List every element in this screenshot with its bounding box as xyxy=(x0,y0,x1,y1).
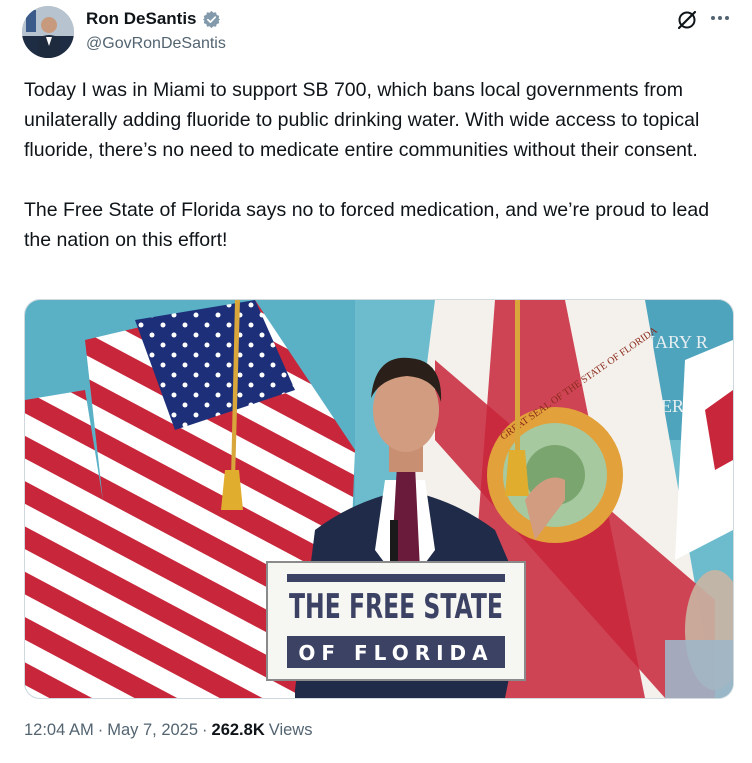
avatar[interactable] xyxy=(22,6,74,58)
press-conference-photo: SSIONARY R THERN GREAT SEAL OF THE STATE… xyxy=(25,300,733,698)
author-name-row: Ron DeSantis xyxy=(86,9,221,29)
tweet-time[interactable]: 12:04 AM xyxy=(24,721,94,740)
meta-separator-2: · xyxy=(202,721,208,739)
tweet-paragraph-2: The Free State of Florida says no to for… xyxy=(24,199,710,251)
tweet-paragraph-1: Today I was in Miami to support SB 700, … xyxy=(24,79,700,161)
author-display-name[interactable]: Ron DeSantis xyxy=(86,9,197,29)
author-handle[interactable]: @GovRonDeSantis xyxy=(86,35,226,53)
avatar-image xyxy=(22,6,74,58)
more-horizontal-icon[interactable] xyxy=(708,8,732,28)
podium-line-1: THE FREE STATE xyxy=(289,587,503,627)
tweet-meta: 12:04 AM · May 7, 2025 · 262.8K Views xyxy=(24,721,312,740)
meta-separator-1: · xyxy=(97,721,104,739)
views-count: 262.8K xyxy=(211,721,265,739)
tweet-card: Ron DeSantis @GovRonDeSantis Today I was… xyxy=(0,0,752,763)
government-verified-icon[interactable] xyxy=(202,10,221,29)
grok-slash-icon[interactable] xyxy=(676,9,698,31)
podium-line-2: OF FLORIDA xyxy=(298,641,493,665)
tweet-media-photo[interactable]: SSIONARY R THERN GREAT SEAL OF THE STATE… xyxy=(24,299,734,699)
views-label: Views xyxy=(268,721,313,739)
tweet-date[interactable]: May 7, 2025 xyxy=(107,721,198,740)
tweet-text: Today I was in Miami to support SB 700, … xyxy=(24,75,729,255)
